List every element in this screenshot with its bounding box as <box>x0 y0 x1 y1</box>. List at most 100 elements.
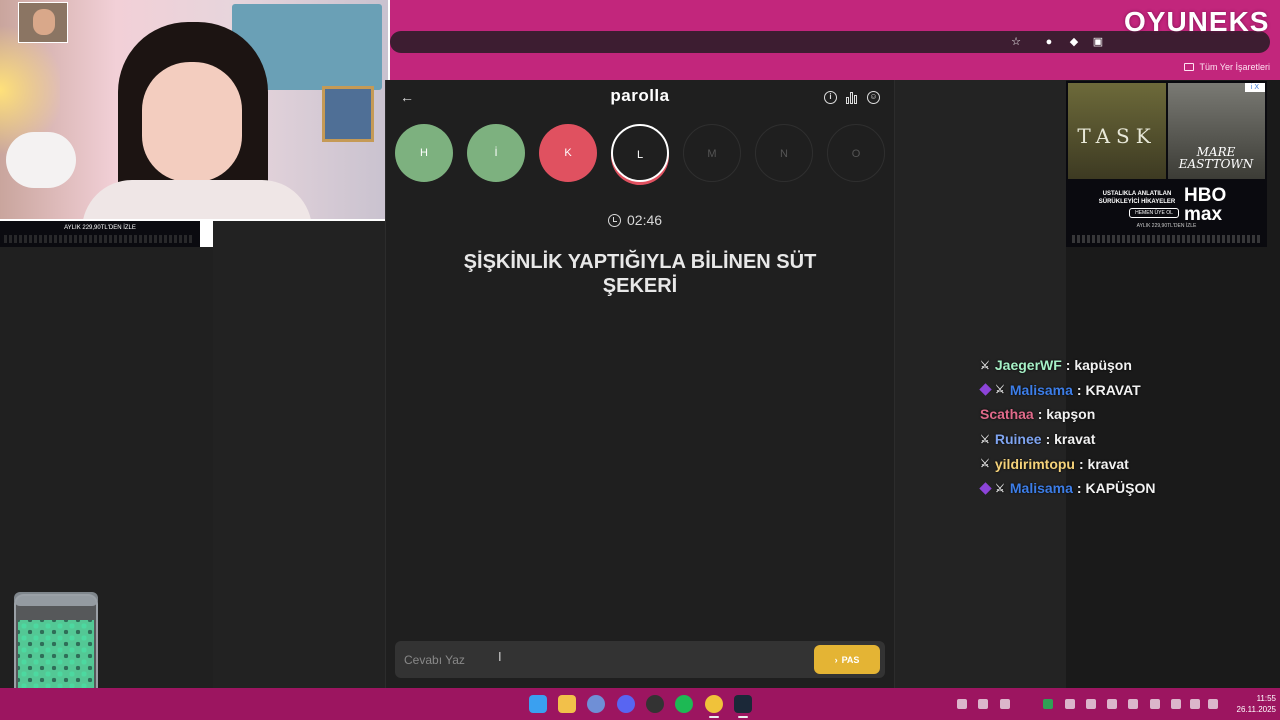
network-icon[interactable] <box>1190 699 1200 709</box>
chat-text: : kapüşon <box>1065 357 1132 374</box>
pass-label: PAS <box>841 654 860 665</box>
ad-copy: USTALIKLA ANLATILAN SÜRÜKLEYİCİ HİKAYELE… <box>1098 191 1176 205</box>
letter-circle: N <box>755 124 813 182</box>
ad-poster-task-title: TASK <box>1077 124 1157 148</box>
small-ad-banner[interactable]: AYLIK 229,90TL'DEN İZLE <box>0 221 213 247</box>
extension-icon[interactable]: ◆ <box>1068 36 1080 48</box>
chat-username: Malisama <box>1009 480 1073 497</box>
stats-icon[interactable] <box>846 91 859 104</box>
chat-username: yildirimtopu <box>994 455 1075 472</box>
tray-icon[interactable] <box>978 699 988 709</box>
sword-badge-icon: ⚔ <box>995 384 1005 397</box>
chat-text: : kravat <box>1045 431 1096 448</box>
oyuneks-logo: OYUNEKS <box>1124 6 1270 37</box>
clock-time: 11:55 <box>1256 694 1276 703</box>
sword-badge-icon: ⚔ <box>995 482 1005 495</box>
clock-date: 26.11.2025 <box>1236 705 1276 714</box>
tray-icon[interactable] <box>1150 699 1160 709</box>
chat-message: ⚔ yildirimtopu: kravat <box>980 451 1270 476</box>
ad-fineprint <box>1072 235 1262 243</box>
profile-icon[interactable]: ☺ <box>867 91 880 104</box>
chat-message: Scathaa: kapşon <box>980 402 1270 427</box>
small-ad-fineprint <box>4 235 194 243</box>
letter-circle: H <box>395 124 453 182</box>
spotify-icon[interactable] <box>675 695 693 713</box>
chat-text: : kravat <box>1079 455 1129 472</box>
timer: 02:46 <box>608 212 662 228</box>
chat-username: Scathaa <box>980 406 1034 423</box>
active-app-indicator <box>709 716 719 718</box>
file-explorer-icon[interactable] <box>558 695 576 713</box>
volume-icon[interactable] <box>1208 699 1218 709</box>
chat-username: Ruinee <box>994 431 1042 448</box>
second-streamer-face <box>33 9 55 35</box>
streamer-shirt <box>82 180 312 219</box>
chat-text: : kapşon <box>1037 406 1096 423</box>
star-icon[interactable]: ☆ <box>1010 36 1022 48</box>
text-cursor-icon: I <box>498 649 502 664</box>
extension-icon[interactable]: ● <box>1043 36 1055 48</box>
letter-circle: O <box>827 124 885 182</box>
tray-icon[interactable] <box>1065 699 1075 709</box>
chrome-icon[interactable] <box>705 695 723 713</box>
wall-painting <box>322 86 374 142</box>
obs-icon[interactable] <box>646 695 664 713</box>
ad-price: AYLIK 229,90TL'DEN İZLE <box>1136 223 1197 229</box>
letter-circle: M <box>683 124 741 182</box>
chat-overlay: ⚔ JaegerWF: kapüşon ⚔ Malisama: KRAVAT Scath… <box>979 353 1270 501</box>
start-button-icon[interactable] <box>529 695 547 713</box>
info-icon[interactable]: i <box>824 91 837 104</box>
page-title: parolla <box>610 86 670 105</box>
all-bookmarks-button[interactable]: Tüm Yer İşaretleri <box>1184 62 1270 72</box>
plush-toy <box>6 132 76 188</box>
puzzle-icon[interactable]: ▣ <box>1092 36 1104 48</box>
sword-badge-icon: ⚔ <box>980 359 990 372</box>
chat-text: : KRAVAT <box>1076 381 1141 398</box>
letter-circle: İ <box>467 124 525 182</box>
taskbar-clock[interactable]: 11:55 26.11.2025 <box>1236 693 1276 715</box>
question-text: ŞİŞKİNLİK YAPTIĞIYLA BİLİNEN SÜT ŞEKERİ <box>463 251 817 297</box>
letter-circle: K <box>539 124 597 182</box>
hbo-max-logo: HBO max <box>1184 185 1227 225</box>
small-ad-edge <box>200 221 213 247</box>
clock-icon <box>608 213 621 227</box>
ad-cta-button[interactable]: HEMEN ÜYE OL <box>1129 208 1179 218</box>
second-webcam <box>18 2 68 43</box>
all-bookmarks-label: Tüm Yer İşaretleri <box>1199 62 1270 72</box>
tray-icon[interactable] <box>1086 699 1096 709</box>
sword-badge-icon: ⚔ <box>980 433 990 446</box>
chat-message: ⚔ JaegerWF: kapüşon <box>980 353 1270 378</box>
chevron-right-icon: › <box>834 654 838 665</box>
back-arrow-icon[interactable]: ← <box>400 89 414 105</box>
ad-poster-mare-title: MARE EASTTOWN <box>1178 145 1254 171</box>
folder-icon <box>1184 63 1195 71</box>
chat-message: ⚔ Malisama: KAPÜŞON <box>979 476 1270 501</box>
chat-message: ⚔ Malisama: KRAVAT <box>979 378 1270 403</box>
chat-message: ⚔ Ruinee: kravat <box>980 427 1270 452</box>
letter-circle: L <box>611 124 669 182</box>
subscriber-badge-icon <box>979 482 992 495</box>
tray-icon[interactable] <box>1107 699 1117 709</box>
timer-value: 02:46 <box>627 212 663 228</box>
streamer-face <box>142 62 242 182</box>
tray-discord-icon[interactable] <box>1000 699 1010 709</box>
chat-username: JaegerWF <box>994 357 1062 374</box>
active-app-indicator <box>738 716 748 718</box>
tray-spotify-icon[interactable] <box>1043 699 1053 709</box>
ad-close-icon[interactable]: i X <box>1245 83 1265 92</box>
screen: ☆ ● ◆ ▣ Tüm Yer İşaretleri AYLIK 229,90T… <box>0 0 1280 720</box>
small-ad-text: AYLIK 229,90TL'DEN İZLE <box>64 225 136 231</box>
subscriber-badge-icon <box>979 383 992 397</box>
tray-icon[interactable] <box>957 699 967 709</box>
steam-icon[interactable] <box>734 695 752 713</box>
webcam-overlay <box>0 0 390 221</box>
tray-icon[interactable] <box>1128 699 1138 709</box>
chat-text: : KAPÜŞON <box>1076 480 1156 497</box>
app-icon[interactable] <box>587 695 605 713</box>
discord-icon[interactable] <box>617 695 635 713</box>
answer-input[interactable] <box>404 650 804 670</box>
microphone-icon[interactable] <box>1171 699 1181 709</box>
sword-badge-icon: ⚔ <box>980 458 990 471</box>
chat-username: Malisama <box>1009 381 1073 398</box>
pass-button[interactable]: › PAS <box>814 645 880 674</box>
